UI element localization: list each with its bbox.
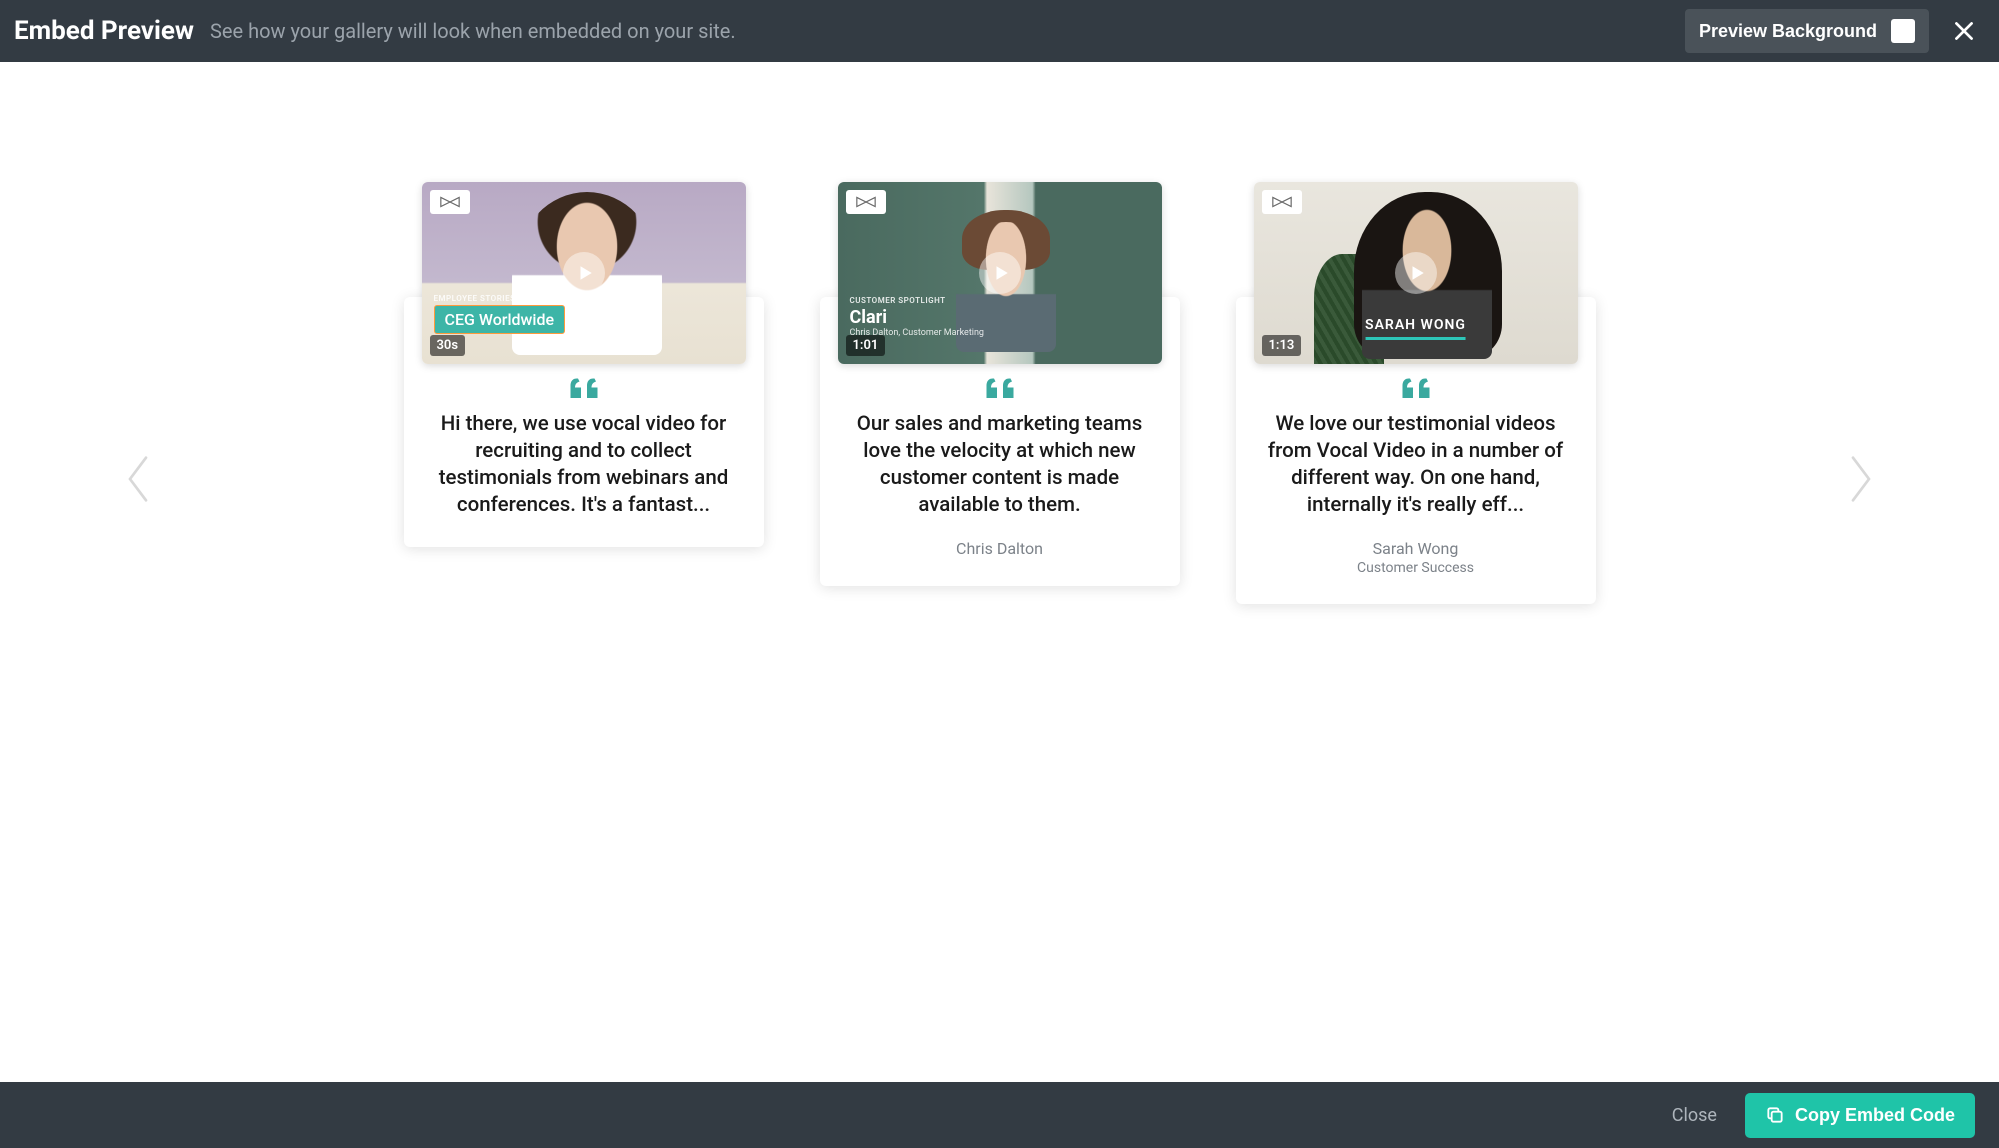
testimonial-quote: We love our testimonial videos from Voca… <box>1258 411 1574 519</box>
testimonial-card-body: CUSTOMER SPOTLIGHT Clari Chris Dalton, C… <box>820 297 1180 586</box>
video-thumbnail[interactable]: CUSTOMER SPOTLIGHT Clari Chris Dalton, C… <box>838 182 1162 364</box>
attribution-role: Customer Success <box>1258 560 1574 576</box>
attribution-name: Sarah Wong <box>1258 539 1574 558</box>
preview-background-button[interactable]: Preview Background <box>1685 9 1929 53</box>
chevron-left-icon <box>122 452 154 506</box>
quote-icon <box>426 377 742 401</box>
duration-badge: 1:13 <box>1262 335 1302 356</box>
testimonial-quote: Hi there, we use vocal video for recruit… <box>426 411 742 519</box>
overlay-title: CEG Worldwide <box>434 305 566 334</box>
play-button <box>979 252 1021 294</box>
copy-icon <box>1765 1105 1785 1125</box>
play-icon <box>1408 264 1426 282</box>
copy-embed-code-label: Copy Embed Code <box>1795 1105 1955 1126</box>
copy-embed-code-button[interactable]: Copy Embed Code <box>1745 1093 1975 1138</box>
testimonial-card: SARAH WONG 1:13 We love our testimonial … <box>1236 182 1596 604</box>
preview-background-swatch <box>1891 19 1915 43</box>
thumbnail-overlay: EMPLOYEE STORIES CEG Worldwide <box>434 294 566 334</box>
close-button[interactable]: Close <box>1672 1105 1717 1126</box>
play-button <box>1395 252 1437 294</box>
attribution-name: Chris Dalton <box>842 539 1158 558</box>
testimonial-card-body: SARAH WONG 1:13 We love our testimonial … <box>1236 297 1596 604</box>
overlay-title: Clari <box>850 307 985 328</box>
testimonial-card: CUSTOMER SPOTLIGHT Clari Chris Dalton, C… <box>820 182 1180 586</box>
close-modal-button[interactable] <box>1945 12 1983 50</box>
play-button <box>563 252 605 294</box>
overlay-supertitle: CUSTOMER SPOTLIGHT <box>850 296 985 305</box>
bowtie-icon <box>1271 195 1293 209</box>
footer-bar: Close Copy Embed Code <box>0 1082 1999 1148</box>
page-title: Embed Preview <box>14 16 194 46</box>
header-bar: Embed Preview See how your gallery will … <box>0 0 1999 62</box>
preview-background-label: Preview Background <box>1699 21 1877 42</box>
video-thumbnail[interactable]: EMPLOYEE STORIES CEG Worldwide 30s <box>422 182 746 364</box>
testimonial-quote: Our sales and marketing teams love the v… <box>842 411 1158 519</box>
page-subtitle: See how your gallery will look when embe… <box>210 19 1669 43</box>
play-icon <box>576 264 594 282</box>
bowtie-icon <box>855 195 877 209</box>
preview-canvas: EMPLOYEE STORIES CEG Worldwide 30s Hi th… <box>0 62 1999 1082</box>
carousel-next-button[interactable] <box>1845 452 1877 510</box>
attribution: Chris Dalton <box>842 539 1158 558</box>
duration-badge: 1:01 <box>846 335 886 356</box>
chevron-right-icon <box>1845 452 1877 506</box>
brand-badge <box>1262 190 1302 214</box>
play-icon <box>992 264 1010 282</box>
testimonial-card-body: EMPLOYEE STORIES CEG Worldwide 30s Hi th… <box>404 297 764 547</box>
close-icon <box>1951 18 1977 44</box>
attribution: Sarah Wong Customer Success <box>1258 539 1574 576</box>
bowtie-icon <box>439 195 461 209</box>
thumbnail-overlay: CUSTOMER SPOTLIGHT Clari Chris Dalton, C… <box>850 296 985 338</box>
brand-badge <box>430 190 470 214</box>
overlay-name: SARAH WONG <box>1365 317 1466 340</box>
testimonial-carousel: EMPLOYEE STORIES CEG Worldwide 30s Hi th… <box>404 182 1596 604</box>
duration-badge: 30s <box>430 335 466 356</box>
video-thumbnail[interactable]: SARAH WONG 1:13 <box>1254 182 1578 364</box>
brand-badge <box>846 190 886 214</box>
carousel-prev-button[interactable] <box>122 452 154 510</box>
testimonial-card: EMPLOYEE STORIES CEG Worldwide 30s Hi th… <box>404 182 764 547</box>
overlay-supertitle: EMPLOYEE STORIES <box>434 294 566 303</box>
quote-icon <box>842 377 1158 401</box>
quote-icon <box>1258 377 1574 401</box>
